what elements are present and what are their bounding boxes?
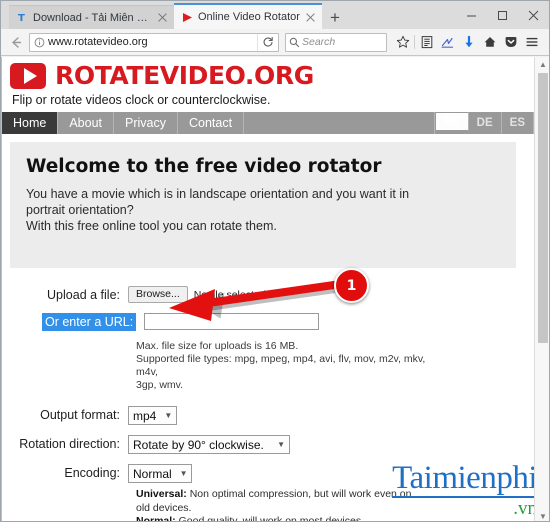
hero-line-3: With this free online tool you can rotat… [26,219,277,233]
chevron-down-icon: ▼ [277,440,285,449]
pocket-icon[interactable] [500,31,521,53]
search-icon [286,37,302,48]
search-box[interactable]: Search [285,32,387,52]
upload-hints: Max. file size for uploads is 16 MB. Sup… [136,340,436,392]
tab-title: Online Video Rotator [198,11,300,23]
address-text: www.rotatevideo.org [48,36,148,48]
hamburger-menu-icon[interactable] [521,31,542,53]
tab-download-taimienphi[interactable]: T Download - Tải Miễn Phí ... [9,5,174,29]
no-file-selected-text: No file selected. [193,288,269,301]
hero-paragraph: You have a movie which is in landscape o… [26,186,500,234]
hero-line-2: portrait orientation? [26,203,134,217]
output-format-row: Output format: mp4 ▼ [10,406,534,425]
url-input[interactable] [144,313,320,330]
output-format-value: mp4 [133,408,157,423]
upload-file-row: Upload a file: Browse... No file selecte… [10,286,534,304]
rotation-label: Rotation direction: [19,437,120,451]
reload-icon[interactable] [257,33,278,51]
nav-item-home[interactable]: Home [2,112,59,134]
encoding-value: Normal [133,466,172,481]
chevron-down-icon: ▼ [179,469,188,478]
tab-title: Download - Tải Miễn Phí ... [33,11,152,24]
rotation-select[interactable]: Rotate by 90° clockwise. ▼ [128,435,290,454]
page-title: Welcome to the free video rotator [26,156,382,177]
scrollbar-thumb[interactable] [538,73,548,343]
hero-line-1: You have a movie which is in landscape o… [26,187,410,201]
rotation-row: Rotation direction: Rotate by 90° clockw… [10,435,534,454]
site-tagline: Flip or rotate videos clock or countercl… [12,93,271,107]
watermark-name: Taimienphi [392,460,537,498]
browser-toolbar: www.rotatevideo.org Search [1,29,549,56]
encoding-help-term-universal: Universal: [136,488,187,500]
site-header: ROTATEVIDEO.ORG Flip or rotate videos cl… [2,57,534,112]
page-scrollbar[interactable]: ▲ ▼ [534,57,549,521]
close-icon[interactable] [157,12,168,23]
toolbar-icons [392,31,542,53]
sync-signature-icon[interactable] [437,31,458,53]
hero-panel: Welcome to the free video rotator You ha… [10,142,516,268]
scroll-up-icon[interactable]: ▲ [535,57,549,71]
output-format-select[interactable]: mp4 ▼ [128,406,177,425]
window-controls [456,1,549,29]
svg-text:T: T [18,13,25,23]
address-bar[interactable]: www.rotatevideo.org [29,32,279,52]
minimize-icon[interactable] [456,2,487,28]
browse-button[interactable]: Browse... [128,286,188,303]
encoding-select[interactable]: Normal ▼ [128,464,192,483]
browser-window: T Download - Tải Miễn Phí ... Online Vid… [0,0,550,522]
maximize-icon[interactable] [487,2,518,28]
lang-es[interactable]: ES [502,112,534,134]
letter-t-icon: T [17,12,28,23]
close-icon[interactable] [518,2,549,28]
watermark: Taimienphi .vn [392,462,537,518]
tab-strip: T Download - Tải Miễn Phí ... Online Vid… [1,1,549,29]
url-row: Or enter a URL: [10,313,534,331]
site-info-icon[interactable] [30,37,48,48]
lang-en[interactable]: EN [434,112,469,131]
hint-line-3: 3gp, wmv. [136,379,184,391]
lang-de[interactable]: DE [469,112,502,134]
toolbar-divider [414,35,415,49]
watermark-tld: .vn [513,498,537,519]
scroll-down-icon[interactable]: ▼ [535,509,549,521]
nav-item-contact[interactable]: Contact [178,112,245,134]
hint-line-2: Supported file types: mpg, mpeg, mp4, av… [136,353,426,378]
nav-spacer [244,112,435,134]
play-triangle-icon [182,12,193,23]
upload-file-label: Upload a file: [47,288,120,302]
new-tab-button[interactable]: + [322,5,348,29]
web-page: ROTATEVIDEO.ORG Flip or rotate videos cl… [1,57,534,522]
library-icon[interactable] [416,31,437,53]
nav-item-about[interactable]: About [58,112,115,134]
page-viewport: ROTATEVIDEO.ORG Flip or rotate videos cl… [1,57,549,522]
chevron-down-icon: ▼ [164,411,173,420]
back-arrow-icon[interactable] [5,31,27,53]
search-placeholder: Search [302,36,336,48]
url-label: Or enter a URL: [42,313,137,331]
download-arrow-icon[interactable] [458,31,479,53]
bookmark-star-icon[interactable] [392,31,413,53]
site-logo-text: ROTATEVIDEO.ORG [55,61,314,90]
home-icon[interactable] [479,31,500,53]
logo-row: ROTATEVIDEO.ORG [10,63,534,89]
encoding-help: Universal: Non optimal compression, but … [136,488,414,522]
hint-line-1: Max. file size for uploads is 16 MB. [136,340,299,352]
encoding-label: Encoding: [64,466,120,480]
encoding-help-term-normal: Normal: [136,515,176,522]
nav-item-privacy[interactable]: Privacy [114,112,178,134]
rotation-value: Rotate by 90° clockwise. [133,437,264,452]
close-icon[interactable] [305,12,316,23]
output-format-label: Output format: [40,408,120,422]
tab-online-video-rotator[interactable]: Online Video Rotator [174,3,322,29]
play-logo-icon [10,63,46,89]
site-nav: Home About Privacy Contact EN DE ES [2,112,534,134]
encoding-help-text-normal: Good quality, will work on most devices. [175,515,364,522]
